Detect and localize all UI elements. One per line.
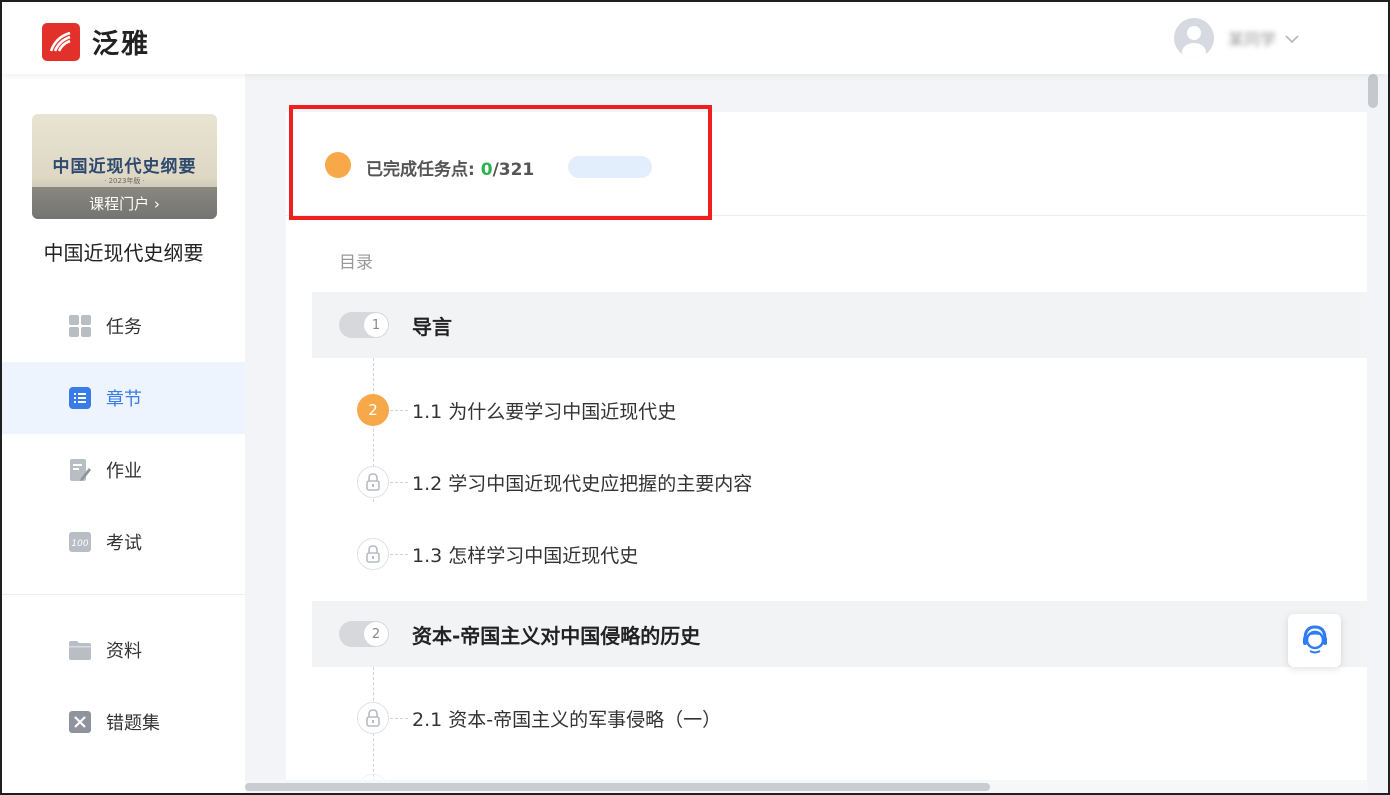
section-title: 1.2 学习中国近现代史应把握的主要内容	[412, 472, 753, 495]
logo-mark-icon	[42, 22, 80, 61]
folder-icon	[68, 638, 92, 662]
chapter-header[interactable]: 1 导言	[312, 292, 1367, 358]
course-name: 中国近现代史纲要	[43, 241, 204, 265]
vertical-scrollbar-thumb[interactable]	[1368, 74, 1378, 108]
wrong-icon	[68, 710, 92, 734]
sidebar-divider	[2, 594, 245, 595]
user-name[interactable]: 某同学	[1228, 26, 1276, 50]
top-header: 泛雅 某同学	[2, 2, 1388, 74]
chapter-toggle[interactable]: 2	[339, 621, 389, 647]
svg-text:100: 100	[71, 539, 88, 549]
sidebar-item-exam[interactable]: 100 考试	[2, 506, 245, 578]
sidebar-item-label: 任务	[106, 317, 142, 338]
headset-icon	[1300, 623, 1330, 659]
tree-connector	[390, 553, 408, 555]
tree-connector	[390, 409, 408, 411]
chevron-down-icon[interactable]	[1284, 29, 1300, 48]
user-menu[interactable]: 某同学	[1174, 18, 1300, 58]
brand-name: 泛雅	[92, 29, 150, 60]
chapter-title: 资本-帝国主义对中国侵略的历史	[412, 623, 701, 648]
section-title: 1.1 为什么要学习中国近现代史	[412, 400, 677, 423]
edit-icon	[68, 458, 92, 482]
cover-title: 中国近现代史纲要	[52, 157, 197, 177]
sidebar-item-label: 章节	[106, 389, 142, 410]
section-title: 1.3 怎样学习中国近现代史	[412, 544, 639, 567]
sidebar: 中国近现代史纲要 · 2023年版 · 课程门户 › 中国近现代史纲要 任务 章…	[2, 74, 245, 793]
list-icon	[68, 386, 92, 410]
sidebar-item-label: 错题集	[106, 713, 160, 734]
grid-icon	[68, 314, 92, 338]
section-item[interactable]: 1.2 学习中国近现代史应把握的主要内容	[286, 446, 1367, 518]
sidebar-item-label: 资料	[106, 641, 142, 662]
section-item[interactable]: 2 1.1 为什么要学习中国近现代史	[286, 374, 1367, 446]
horizontal-scrollbar-thumb[interactable]	[245, 783, 990, 791]
chapter-header[interactable]: 2 资本-帝国主义对中国侵略的历史	[312, 601, 1367, 667]
sidebar-item-tasks[interactable]: 任务	[2, 290, 245, 362]
task-count-badge: 2	[357, 394, 389, 426]
app-window: 泛雅 某同学 中国近现代史纲要 · 2023年版 · 课程门户 › 中国近现代史…	[0, 0, 1390, 795]
avatar[interactable]	[1174, 18, 1214, 58]
chapter-toggle[interactable]: 1	[339, 312, 389, 338]
section-item[interactable]: 2.1 资本-帝国主义的军事侵略（一）	[286, 682, 1367, 754]
chapter-number: 1	[364, 313, 388, 337]
course-cover[interactable]: 中国近现代史纲要 · 2023年版 · 课程门户 ›	[32, 114, 217, 219]
customer-service-button[interactable]	[1288, 614, 1341, 667]
toc-heading: 目录	[339, 253, 373, 273]
vertical-scrollbar-track[interactable]	[1368, 74, 1388, 793]
sidebar-item-wrong-questions[interactable]: 错题集	[2, 686, 245, 758]
tree-connector	[390, 481, 408, 483]
sidebar-item-label: 考试	[106, 533, 142, 554]
sidebar-item-chapters[interactable]: 章节	[2, 362, 245, 434]
highlight-box	[289, 105, 712, 220]
exam-icon: 100	[68, 530, 92, 554]
sidebar-item-label: 作业	[106, 461, 142, 482]
chapter-number: 2	[364, 622, 388, 646]
sidebar-item-homework[interactable]: 作业	[2, 434, 245, 506]
logo[interactable]: 泛雅	[42, 22, 150, 61]
course-portal-link[interactable]: 课程门户 ›	[32, 187, 217, 219]
section-item[interactable]: 1.3 怎样学习中国近现代史	[286, 518, 1367, 590]
tree-connector	[390, 717, 408, 719]
cover-subtitle: · 2023年版 ·	[104, 177, 145, 185]
chapter-title: 导言	[412, 314, 452, 339]
sidebar-item-materials[interactable]: 资料	[2, 614, 245, 686]
lock-icon	[357, 702, 389, 734]
section-title: 2.1 资本-帝国主义的军事侵略（一）	[412, 708, 722, 731]
lock-icon	[357, 466, 389, 498]
lock-icon	[357, 538, 389, 570]
